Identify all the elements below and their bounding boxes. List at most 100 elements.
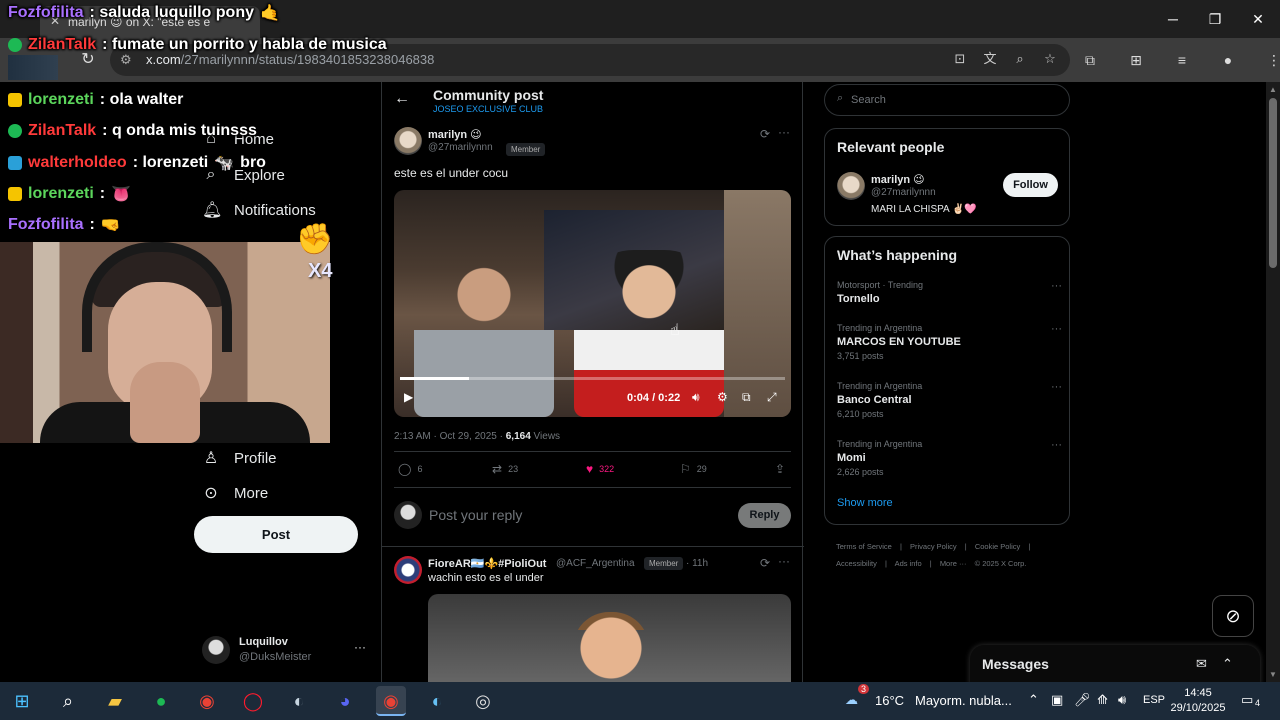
discord-icon[interactable]: ◕ bbox=[330, 686, 360, 716]
language-indicator[interactable]: ESP bbox=[1143, 694, 1165, 706]
more-icon[interactable]: ··· bbox=[778, 125, 790, 139]
weather-icon[interactable]: ☁ bbox=[845, 692, 858, 708]
system-clock[interactable]: 14:45 29/10/2025 bbox=[1168, 686, 1228, 716]
person-handle[interactable]: @27marilynnn bbox=[871, 187, 936, 198]
install-app-icon[interactable]: ⊡ bbox=[952, 49, 968, 69]
fullscreen-icon[interactable]: ⤢ bbox=[767, 390, 777, 405]
search-box[interactable]: ⌕ bbox=[824, 84, 1070, 116]
nav-profile[interactable]: ♙ Profile bbox=[202, 443, 277, 473]
chrome-active-icon[interactable]: ◉ bbox=[376, 686, 406, 716]
translate-icon[interactable]: 文 bbox=[982, 49, 998, 69]
tray-overflow-icon[interactable]: ⌃ bbox=[1028, 692, 1039, 708]
spotify-icon[interactable]: ● bbox=[146, 686, 176, 716]
reply-button[interactable]: Reply bbox=[738, 503, 791, 528]
footer-link[interactable]: Ads info bbox=[895, 559, 922, 568]
show-more-link[interactable]: Show more bbox=[837, 497, 893, 509]
avatar[interactable] bbox=[394, 127, 422, 155]
reply-input[interactable]: Post your reply bbox=[429, 507, 522, 523]
account-switcher[interactable]: Luquillov @DuksMeister ··· bbox=[202, 634, 372, 670]
back-arrow-icon[interactable]: ← bbox=[394, 90, 410, 108]
play-icon[interactable]: ▶ bbox=[404, 390, 413, 404]
trend-item[interactable]: Trending in Argentina MARCOS EN YOUTUBE … bbox=[837, 323, 1062, 367]
minimize-button[interactable]: ─ bbox=[1158, 8, 1188, 30]
zoom-icon[interactable]: ⌕ bbox=[1012, 49, 1028, 69]
page-scrollbar[interactable]: ▲ ▼ bbox=[1266, 82, 1280, 682]
meet-now-icon[interactable]: ▣ bbox=[1051, 692, 1063, 708]
footer-link[interactable]: Privacy Policy bbox=[910, 542, 957, 551]
follow-button[interactable]: Follow bbox=[1003, 173, 1058, 197]
new-message-icon[interactable]: ✉ bbox=[1196, 656, 1207, 672]
reply-action[interactable]: ◯ 6 bbox=[398, 462, 422, 476]
notifications-icon[interactable]: ▭ bbox=[1241, 692, 1253, 708]
more-icon[interactable]: ··· bbox=[1051, 280, 1062, 292]
footer-link[interactable]: Accessibility bbox=[836, 559, 877, 568]
chrome-icon[interactable]: ◉ bbox=[192, 686, 222, 716]
video-player[interactable]: ▶ 0:04 / 0:22 🔊︎ ⚙ ⧉ ⤢ ☝ bbox=[394, 190, 791, 417]
repost-action[interactable]: ⇄ 23 bbox=[492, 462, 518, 476]
more-icon[interactable]: ··· bbox=[1051, 439, 1062, 451]
media-controls-icon[interactable]: ≡ bbox=[1172, 50, 1192, 70]
video-progress-bar[interactable] bbox=[400, 377, 785, 380]
search-input[interactable] bbox=[851, 89, 1051, 111]
close-window-button[interactable]: ✕ bbox=[1243, 8, 1273, 30]
windows-start-icon[interactable]: ⊞ bbox=[7, 686, 37, 716]
opera-gx-icon[interactable]: ◯ bbox=[238, 686, 268, 716]
weather-text[interactable]: Mayorm. nubla... bbox=[915, 693, 1012, 708]
community-link[interactable]: JOSEO EXCLUSIVE CLUB bbox=[433, 104, 543, 114]
nav-notifications[interactable]: 🔔︎ Notifications bbox=[202, 195, 316, 225]
more-icon[interactable]: ··· bbox=[1051, 381, 1062, 393]
post-author-handle[interactable]: @27marilynnn bbox=[428, 142, 493, 153]
browser-menu-icon[interactable]: ⋮ bbox=[1264, 50, 1280, 70]
settings-icon[interactable]: ⚙ bbox=[717, 390, 728, 404]
post-time[interactable]: · 11h bbox=[686, 558, 708, 569]
trend-item[interactable]: Trending in Argentina Banco Central 6,21… bbox=[837, 381, 1062, 425]
microphone-icon[interactable]: 🎤︎ bbox=[1074, 692, 1091, 708]
taskbar-search-icon[interactable]: ⌕ bbox=[53, 686, 83, 716]
video-thumbnail[interactable] bbox=[428, 594, 791, 682]
trend-item[interactable]: Motorsport · Trending Tornello ··· bbox=[837, 280, 1062, 324]
bookmark-action[interactable]: ⚐ 29 bbox=[680, 462, 707, 476]
avatar[interactable] bbox=[394, 556, 422, 584]
like-action[interactable]: ♥ 322 bbox=[586, 462, 614, 476]
mouse-cursor-icon: ☝ bbox=[670, 322, 680, 339]
screenshot-icon[interactable]: ⊞ bbox=[1126, 50, 1146, 70]
post-author-name[interactable]: marilyn 😉 bbox=[428, 128, 482, 141]
steam-icon[interactable]: ◐ bbox=[284, 686, 314, 716]
expand-icon[interactable]: ⌃ bbox=[1222, 656, 1233, 672]
volume-icon[interactable]: 🔊︎ bbox=[1118, 692, 1126, 708]
network-icon[interactable]: ⟰ bbox=[1097, 692, 1108, 708]
avatar[interactable] bbox=[837, 172, 865, 200]
pip-icon[interactable]: ⧉ bbox=[742, 390, 751, 405]
footer-link[interactable]: More ··· bbox=[940, 559, 967, 568]
post-author-handle[interactable]: @ACF_Argentina bbox=[556, 558, 635, 569]
nav-more[interactable]: ⊙ More bbox=[202, 478, 268, 508]
more-icon[interactable]: ··· bbox=[778, 554, 790, 568]
relevant-people-title: Relevant people bbox=[837, 139, 945, 155]
share-action[interactable]: ⇪ bbox=[775, 462, 785, 476]
footer-link[interactable]: Cookie Policy bbox=[975, 542, 1020, 551]
maximize-button[interactable]: ❐ bbox=[1200, 8, 1230, 30]
obs-icon[interactable]: ◎ bbox=[468, 686, 498, 716]
more-icon[interactable]: ··· bbox=[354, 640, 366, 654]
steam-icon[interactable]: ◐ bbox=[422, 686, 452, 716]
footer-link[interactable]: Terms of Service bbox=[836, 542, 892, 551]
person-name[interactable]: marilyn 😉 bbox=[871, 173, 925, 186]
scroll-thumb[interactable] bbox=[1269, 98, 1277, 268]
extensions-icon[interactable]: ⧉ bbox=[1080, 50, 1100, 70]
file-explorer-icon[interactable]: ▰ bbox=[100, 686, 130, 716]
messages-drawer[interactable]: Messages ✉ ⌃ bbox=[970, 645, 1260, 682]
chat-username: walterholdeo bbox=[28, 154, 127, 171]
post-author-name[interactable]: FioreAR🇦🇷⚜️#PioliOut bbox=[428, 557, 546, 570]
profile-avatar-icon[interactable]: ● bbox=[1218, 50, 1238, 70]
volume-icon[interactable]: 🔊︎ bbox=[692, 390, 700, 405]
scroll-up-arrow-icon[interactable]: ▲ bbox=[1269, 85, 1277, 94]
grok-icon[interactable]: ⟳ bbox=[760, 556, 770, 570]
weather-temp[interactable]: 16°C bbox=[875, 693, 904, 708]
scroll-down-arrow-icon[interactable]: ▼ bbox=[1269, 670, 1277, 679]
grok-button[interactable]: ⊘ bbox=[1212, 595, 1254, 637]
bookmark-star-icon[interactable]: ☆ bbox=[1042, 49, 1058, 69]
more-icon[interactable]: ··· bbox=[1051, 323, 1062, 335]
post-button[interactable]: Post bbox=[194, 516, 358, 553]
trend-item[interactable]: Trending in Argentina Momi 2,626 posts ·… bbox=[837, 439, 1062, 483]
grok-icon[interactable]: ⟳ bbox=[760, 127, 770, 141]
